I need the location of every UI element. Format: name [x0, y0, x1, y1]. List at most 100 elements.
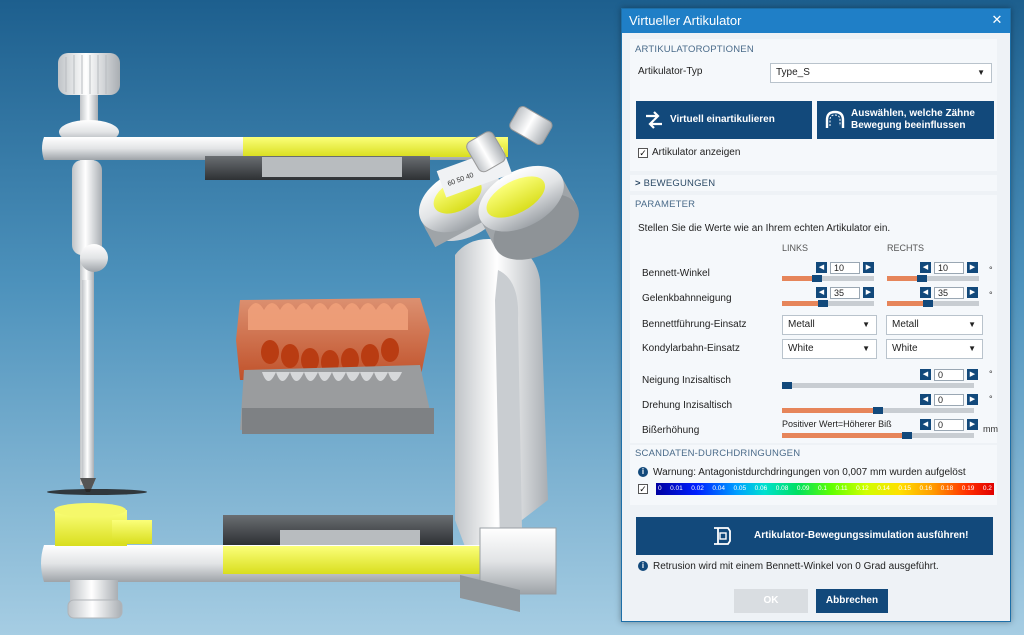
bennett-guide-right-select[interactable]: Metall ▼ — [886, 315, 983, 335]
articulator-icon — [714, 527, 731, 545]
articulator-type-select[interactable]: Type_S ▼ — [770, 63, 992, 83]
gelenk-unit: ° — [989, 290, 993, 300]
bite-raise-thumb[interactable] — [901, 432, 912, 439]
bite-raise-increment[interactable]: ▶ — [967, 419, 978, 430]
bennett-right-value[interactable]: 10 — [934, 262, 964, 274]
condylar-path-label: Kondylarbahn-Einsatz — [642, 343, 740, 354]
articulator-3d-model[interactable]: 60 50 40 — [0, 0, 620, 635]
incisal-tilt-value[interactable]: 0 — [934, 369, 964, 381]
gelenk-right-decrement[interactable]: ◀ — [920, 287, 931, 298]
incisal-rotation-label: Drehung Inzisaltisch — [642, 400, 733, 411]
condylar-path-left-select[interactable]: White ▼ — [782, 339, 877, 359]
parameters-header: PARAMETER — [635, 199, 696, 210]
dialog-title: Virtueller Artikulator — [629, 13, 742, 28]
gelenk-left-fill — [782, 301, 824, 306]
bite-raise-value[interactable]: 0 — [934, 419, 964, 431]
bite-raise-unit: mm — [983, 424, 998, 434]
chevron-down-icon: ▼ — [968, 320, 976, 329]
select-teeth-label-line1: Auswählen, welche Zähne — [851, 108, 975, 119]
3d-viewport[interactable]: 60 50 40 — [0, 0, 620, 635]
gelenk-left-decrement[interactable]: ◀ — [816, 287, 827, 298]
incisal-rotation-increment[interactable]: ▶ — [967, 394, 978, 405]
dialog-title-bar[interactable]: Virtueller Artikulator ✕ — [622, 9, 1010, 33]
bennett-left-thumb[interactable] — [811, 275, 822, 282]
bennett-unit: ° — [989, 265, 993, 275]
incisal-tilt-unit: ° — [989, 369, 993, 379]
run-simulation-label: Artikulator-Bewegungssimulation ausführe… — [754, 530, 969, 541]
color-scale-checkbox[interactable]: ✓ — [638, 484, 648, 494]
select-teeth-button[interactable]: Auswählen, welche Zähne Bewegung beeinflu… — [817, 101, 994, 139]
movements-section[interactable]: > BEWEGUNGEN — [630, 175, 997, 191]
close-icon[interactable]: ✕ — [990, 13, 1004, 27]
gelenk-left-increment[interactable]: ▶ — [863, 287, 874, 298]
bennett-guide-left-select[interactable]: Metall ▼ — [782, 315, 877, 335]
color-scale-tick: 0.12 — [856, 485, 869, 492]
color-scale-tick: 0.19 — [961, 485, 975, 492]
bennett-left-slider[interactable] — [782, 275, 874, 282]
bite-raise-label: Bißerhöhung — [642, 425, 700, 436]
show-articulator-checkbox[interactable]: ✓ — [638, 148, 648, 158]
bite-raise-hint: Positiver Wert=Höherer Biß — [782, 419, 892, 429]
bennett-left-increment[interactable]: ▶ — [863, 262, 874, 273]
bennett-right-decrement[interactable]: ◀ — [920, 262, 931, 273]
gelenk-right-fill — [887, 301, 929, 306]
incisal-tilt-thumb[interactable] — [782, 382, 792, 389]
select-teeth-label: Auswählen, welche Zähne Bewegung beeinflu… — [851, 101, 990, 139]
virtual-articulator-dialog: Virtueller Artikulator ✕ ARTIKULATOROPTI… — [621, 8, 1011, 622]
incisal-rotation-fill — [782, 408, 878, 413]
articulator-type-value: Type_S — [776, 67, 810, 78]
color-scale-tick: 0.06 — [754, 485, 768, 492]
incisal-rotation-slider[interactable] — [782, 407, 974, 414]
incisal-tilt-increment[interactable]: ▶ — [967, 369, 978, 380]
incisal-tilt-decrement[interactable]: ◀ — [920, 369, 931, 380]
color-scale-tick: 0.08 — [775, 485, 789, 492]
cancel-button[interactable]: Abbrechen — [816, 589, 888, 613]
incisal-rotation-unit: ° — [989, 394, 993, 404]
penetration-color-scale: 0 0.01 0.02 0.04 0.05 0.06 0.08 0.09 0.1 0.11 0.12… — [656, 483, 994, 495]
gelenk-left-slider[interactable] — [782, 300, 874, 307]
incisal-rotation-thumb[interactable] — [873, 407, 883, 414]
gelenk-right-thumb[interactable] — [923, 300, 934, 307]
gelenk-left-value[interactable]: 35 — [830, 287, 860, 299]
articulator-options-section: ARTIKULATOROPTIONEN Artikulator-Typ Type… — [630, 39, 997, 171]
bennett-guide-right-value: Metall — [892, 319, 919, 330]
bennett-right-slider[interactable] — [887, 275, 979, 282]
chevron-down-icon: ▼ — [968, 344, 976, 353]
color-scale-tick: 0 — [658, 485, 662, 492]
incisal-rotation-decrement[interactable]: ◀ — [920, 394, 931, 405]
virtual-articulate-label: Virtuell einartikulieren — [670, 114, 775, 125]
condylar-path-right-select[interactable]: White ▼ — [886, 339, 983, 359]
bennett-angle-label: Bennett-Winkel — [642, 268, 710, 279]
gelenk-right-value[interactable]: 35 — [934, 287, 964, 299]
bennett-guide-label: Bennettführung-Einsatz — [642, 319, 747, 330]
run-simulation-button[interactable]: Artikulator-Bewegungssimulation ausführe… — [636, 517, 993, 555]
incisal-rotation-value[interactable]: 0 — [934, 394, 964, 406]
condylar-path-right-value: White — [892, 343, 918, 354]
ok-button[interactable]: OK — [734, 589, 808, 613]
gelenk-left-thumb[interactable] — [818, 300, 829, 307]
condylar-path-left-value: White — [788, 343, 814, 354]
virtual-articulate-button[interactable]: Virtuell einartikulieren — [636, 101, 812, 139]
retrusion-info-text: Retrusion wird mit einem Bennett-Winkel … — [653, 561, 939, 572]
gelenk-right-increment[interactable]: ▶ — [967, 287, 978, 298]
incisal-tilt-slider[interactable] — [782, 382, 974, 389]
color-scale-tick: 0.15 — [898, 485, 912, 492]
bennett-left-value[interactable]: 10 — [830, 262, 860, 274]
movements-header[interactable]: > BEWEGUNGEN — [635, 178, 715, 189]
bite-raise-slider[interactable] — [782, 432, 974, 439]
color-scale-tick: 0.09 — [796, 485, 810, 492]
gelenk-right-slider[interactable] — [887, 300, 979, 307]
bite-raise-decrement[interactable]: ◀ — [920, 419, 931, 430]
chevron-right-icon: > — [635, 178, 641, 189]
incisal-tilt-label: Neigung Inzisaltisch — [642, 375, 731, 386]
bennett-left-decrement[interactable]: ◀ — [816, 262, 827, 273]
color-scale-tick: 0.16 — [919, 485, 933, 492]
chevron-down-icon: ▼ — [862, 320, 870, 329]
dental-arch-icon — [825, 110, 845, 128]
color-scale-tick: 0.1 — [817, 485, 828, 492]
bite-raise-fill — [782, 433, 907, 438]
bennett-right-increment[interactable]: ▶ — [967, 262, 978, 273]
color-scale-tick: 0.02 — [691, 485, 704, 492]
color-scale-tick: 0.05 — [733, 485, 747, 492]
bennett-right-thumb[interactable] — [916, 275, 927, 282]
